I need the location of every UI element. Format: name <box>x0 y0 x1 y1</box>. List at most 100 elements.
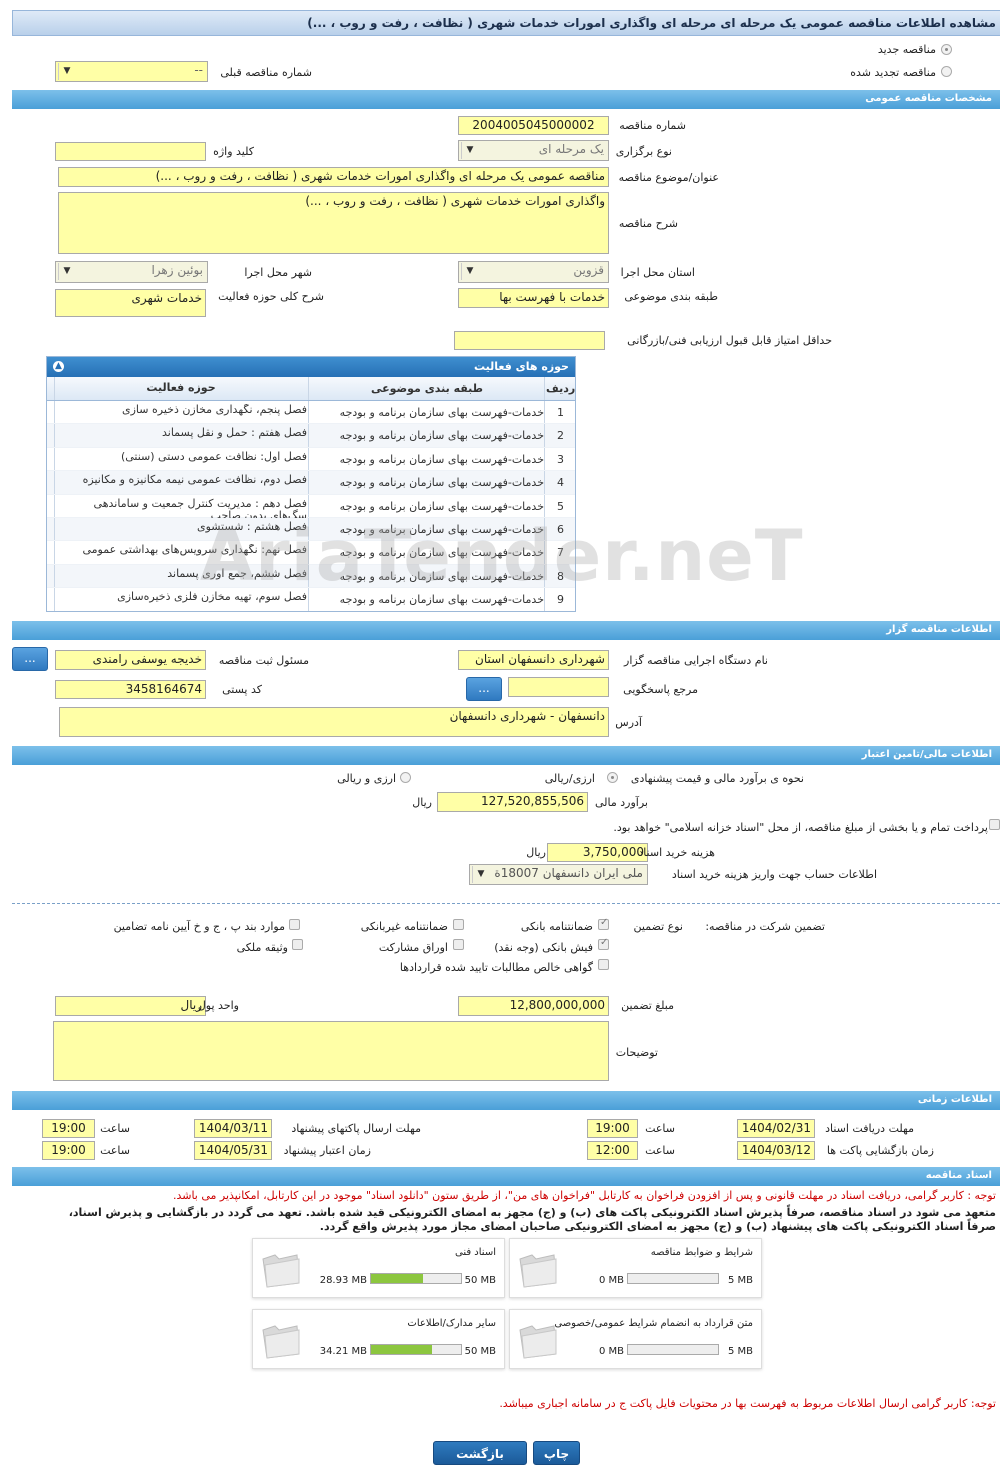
col-row: ردیف <box>546 382 576 395</box>
subject-field[interactable]: مناقصه عمومی یک مرحله ای واگذاری امورات … <box>58 167 609 187</box>
rial-radio-label: ارزی/ریالی <box>544 772 595 785</box>
bonds-checkbox[interactable] <box>453 939 464 950</box>
registrar-label: مسئول ثبت مناقصه <box>218 654 309 667</box>
opening-field[interactable]: 1404/03/12 <box>737 1141 815 1160</box>
description-field[interactable]: واگذاری امورات خدمات شهری ( نظافت ، رفت … <box>58 192 609 254</box>
section-organizer: اطلاعات مناقصه گزار <box>12 621 1000 640</box>
opening-time-label: ساعت <box>645 1144 675 1157</box>
doc-time-field[interactable]: 19:00 <box>587 1119 638 1138</box>
participation-label: تضمین شرکت در مناقصه: <box>705 920 825 933</box>
new-tender-radio[interactable] <box>941 44 952 55</box>
activity-table-header: حوزه های فعالیت ▲ <box>47 357 575 377</box>
subject-label: عنوان/موضوع مناقصه <box>618 171 719 184</box>
upload-progress <box>627 1273 719 1284</box>
renewed-tender-radio[interactable] <box>941 66 952 77</box>
current-size: 34.21 MB <box>319 1346 367 1357</box>
both-radio[interactable] <box>400 772 411 783</box>
activity-desc-field[interactable]: خدمات شهری <box>55 289 206 317</box>
org-field[interactable]: شهرداری دانسفهان استان <box>458 650 609 670</box>
document-card[interactable]: سایر مدارک/اطلاعات 50 MB 34.21 MB <box>252 1309 505 1369</box>
currency-unit-label: واحد پول <box>197 999 239 1012</box>
notes-field[interactable] <box>53 1021 609 1081</box>
prev-number-select[interactable]: -- ▼ <box>55 61 208 82</box>
ref-more-button[interactable]: ... <box>466 677 502 701</box>
account-value: ملی ایران دانسفهان 18007ة <box>494 866 643 880</box>
row-category: خدمات-فهرست بهای سازمان برنامه و بودجه <box>339 429 544 443</box>
document-card[interactable]: اسناد فنی 50 MB 28.93 MB <box>252 1238 505 1298</box>
upload-progress <box>370 1344 462 1355</box>
row-number: 4 <box>557 476 564 490</box>
back-button[interactable]: بازگشت <box>433 1441 527 1465</box>
row-number: 5 <box>557 499 564 513</box>
ref-field[interactable] <box>508 677 609 697</box>
address-field[interactable]: دانسفهان - شهرداری دانسفهان <box>59 707 609 737</box>
org-label: نام دستگاه اجرایی مناقصه گزار <box>624 654 768 667</box>
doc-fee-currency: ریال <box>526 846 546 859</box>
print-button[interactable]: چاپ <box>533 1441 580 1465</box>
max-size: 5 MB <box>727 1346 753 1357</box>
folder-icon <box>262 1254 300 1288</box>
property-checkbox[interactable] <box>292 939 303 950</box>
postal-field[interactable]: 3458164674 <box>55 680 206 699</box>
province-label: استان محل اجرا <box>620 266 695 279</box>
rial-radio[interactable] <box>607 772 618 783</box>
chevron-down-icon: ▼ <box>58 63 75 80</box>
holding-type-select[interactable]: یک مرحله ای ▼ <box>458 140 609 161</box>
table-row: 3 خدمات-فهرست بهای سازمان برنامه و بودجه ف… <box>47 447 575 472</box>
doc-deadline-field[interactable]: 1404/02/31 <box>737 1119 815 1138</box>
doc-fee-field[interactable]: 3,750,000 <box>547 843 648 862</box>
submit-time-label: ساعت <box>100 1122 130 1135</box>
account-label: اطلاعات حساب جهت واریز هزینه خرید اسناد <box>671 868 877 881</box>
row-activity: فصل پنجم، نگهداری مخازن ذخیره سازی <box>122 404 307 416</box>
document-card[interactable]: شرایط و ضوابط مناقصه 5 MB 0 MB <box>509 1238 762 1298</box>
city-label: شهر محل اجرا <box>244 266 312 279</box>
registrar-field[interactable]: خدیجه یوسفی رامندی <box>55 650 206 670</box>
validity-time-field[interactable]: 19:00 <box>42 1141 95 1160</box>
non-bank-guarantee-label: ضمانتنامه غیربانکی <box>360 920 448 933</box>
col-activity: حوزه فعالیت <box>146 382 216 394</box>
estimate-field[interactable]: 127,520,855,506 <box>437 792 588 812</box>
currency-unit-field[interactable]: ریال <box>55 996 206 1016</box>
validity-field[interactable]: 1404/05/31 <box>194 1141 272 1160</box>
submit-time-field[interactable]: 19:00 <box>42 1119 95 1138</box>
city-select[interactable]: بوئین زهرا ▼ <box>55 261 208 283</box>
bank-guarantee-label: ضمانتنامه بانکی <box>520 920 593 933</box>
submit-deadline-field[interactable]: 1404/03/11 <box>194 1119 272 1138</box>
min-score-field[interactable] <box>454 331 605 350</box>
document-title: متن قرارداد به انضمام شرایط عمومی/خصوصی <box>554 1318 753 1329</box>
row-number: 1 <box>557 406 564 419</box>
doc-time-label: ساعت <box>645 1122 675 1135</box>
registrar-more-button[interactable]: ... <box>12 647 48 671</box>
row-activity: فصل اول: نظافت عمومی دستی (سنتی) <box>120 450 307 463</box>
keyword-field[interactable] <box>55 142 206 161</box>
treasury-checkbox[interactable] <box>989 819 1000 830</box>
cash-checkbox[interactable] <box>598 937 609 950</box>
folder-icon <box>519 1254 557 1288</box>
bank-guarantee-checkbox[interactable] <box>598 917 609 930</box>
description-label: شرح مناقصه <box>618 217 678 230</box>
treasury-note: پرداخت تمام و یا بخشی از مبلغ مناقصه، از… <box>613 821 988 834</box>
table-row: 2 خدمات-فهرست بهای سازمان برنامه و بودجه ف… <box>47 424 575 448</box>
non-bank-guarantee-checkbox[interactable] <box>453 919 464 930</box>
account-select[interactable]: ملی ایران دانسفهان 18007ة ▼ <box>469 864 648 885</box>
row-category: خدمات-فهرست بهای سازمان برنامه و بودجه <box>339 499 544 513</box>
guarantee-amount-field[interactable]: 12,800,000,000 <box>458 996 609 1016</box>
receivables-checkbox[interactable] <box>598 959 609 970</box>
category-field[interactable]: خدمات با فهرست بها <box>458 288 609 308</box>
prev-number-label: شماره مناقصه قبلی <box>220 66 312 79</box>
section-finance: اطلاعات مالی/تامین اعتبار <box>12 746 1000 765</box>
opening-time-field[interactable]: 12:00 <box>587 1141 638 1160</box>
document-card[interactable]: متن قرارداد به انضمام شرایط عمومی/خصوصی 5… <box>509 1309 762 1369</box>
doc-fee-label: هزینه خرید اسناد <box>638 846 715 859</box>
row-activity: فصل دوم، نظافت عمومی نیمه مکانیزه و مکان… <box>82 474 307 487</box>
province-select[interactable]: قزوین ▼ <box>458 261 609 283</box>
property-label: وثیقه ملکی <box>236 941 288 954</box>
row-number: 3 <box>557 452 564 466</box>
max-size: 50 MB <box>464 1275 496 1286</box>
current-size: 0 MB <box>598 1275 624 1286</box>
clauses-checkbox[interactable] <box>289 919 300 930</box>
province-value: قزوین <box>573 263 604 277</box>
estimate-label: برآورد مالی <box>595 796 648 809</box>
validity-label: زمان اعتبار پیشنهاد <box>283 1144 371 1157</box>
collapse-icon[interactable]: ▲ <box>53 361 64 372</box>
